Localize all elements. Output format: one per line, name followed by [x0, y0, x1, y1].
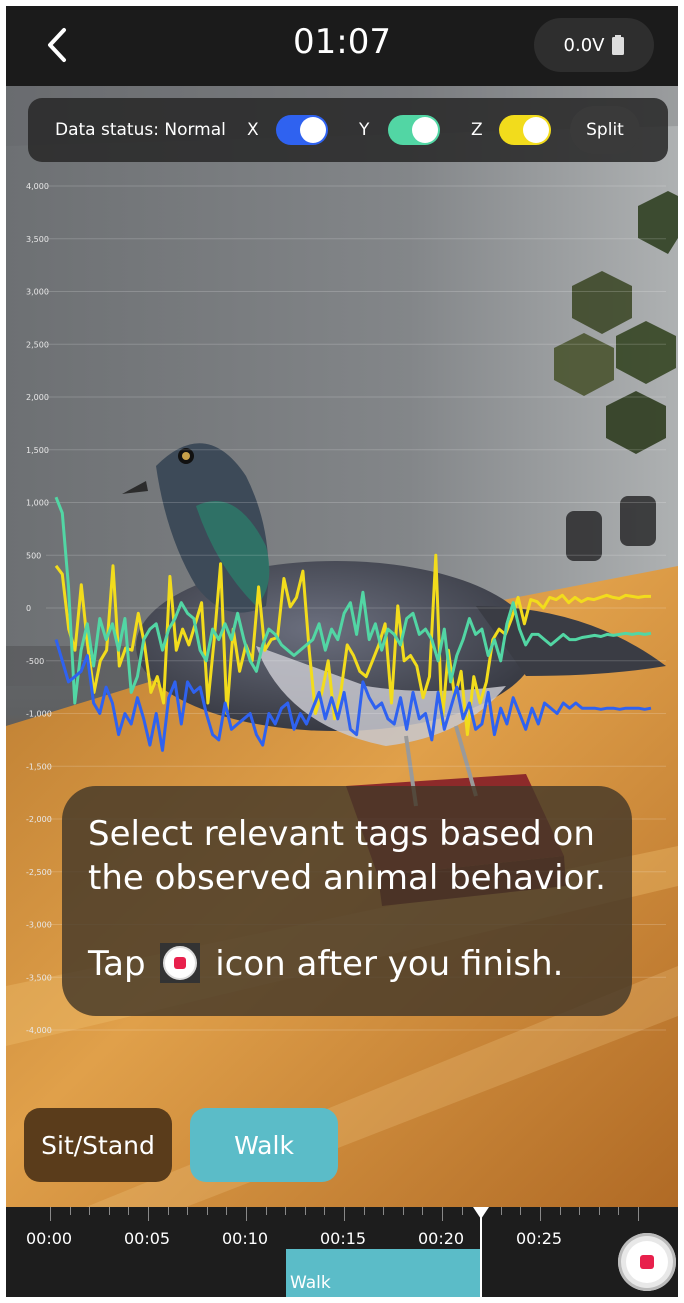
timeline-tick: [520, 1207, 522, 1215]
timeline-tick: [304, 1207, 306, 1215]
chart-y-tick-label: 500: [26, 551, 41, 560]
timeline-tick: [324, 1207, 326, 1215]
timeline-label-3: 00:15: [320, 1229, 367, 1248]
z-axis-toggle[interactable]: [499, 115, 551, 145]
record-icon-inline: [160, 942, 201, 983]
chart-y-tick-label: -500: [26, 657, 44, 666]
data-status-text: Data status: Normal: [55, 120, 226, 140]
phone-frame: 01:07 0.0V 4,000 3,500 3,000 2,500 2,000…: [6, 6, 678, 1297]
timeline-label-4: 00:20: [418, 1229, 465, 1248]
chart-y-tick-label: 1,000: [26, 499, 49, 508]
chart-y-tick-label: -1,500: [26, 762, 52, 771]
z-toggle-knob: [523, 117, 549, 143]
instruction-line-1: Select relevant tags based on: [88, 814, 595, 854]
timeline-tick: [383, 1207, 385, 1215]
behavior-timeline[interactable]: 00:00 00:05 00:10 00:15 00:20 00:25 Walk: [6, 1207, 678, 1297]
timeline-label-5: 00:25: [516, 1229, 563, 1248]
timeline-label-2: 00:10: [222, 1229, 269, 1248]
timeline-tick: [167, 1207, 169, 1215]
timeline-label-0: 00:00: [26, 1229, 73, 1248]
top-bar: 01:07 0.0V: [6, 6, 678, 86]
timeline-tick: [50, 1207, 51, 1221]
timeline-tick: [461, 1207, 463, 1215]
timeline-tick: [89, 1207, 91, 1215]
timeline-tick: [187, 1207, 189, 1215]
chart-y-tick-label: -2,500: [26, 868, 52, 877]
chart-y-tick-label: 2,000: [26, 393, 49, 402]
chart-y-tick-label: 2,500: [26, 340, 49, 349]
playhead-marker-icon: [473, 1207, 489, 1219]
timeline-tick: [579, 1207, 581, 1215]
split-button[interactable]: Split: [570, 106, 640, 154]
chart-y-tick-label: 3,000: [26, 288, 49, 297]
timeline-label-1: 00:05: [124, 1229, 171, 1248]
timeline-tick: [363, 1207, 365, 1215]
instruction-tap-text: Tap: [88, 944, 146, 984]
y-axis-label: Y: [359, 120, 370, 140]
z-axis-label: Z: [471, 120, 483, 140]
chart-y-tick-label: -3,500: [26, 973, 52, 982]
timeline-tick: [285, 1207, 287, 1215]
timeline-tick: [265, 1207, 267, 1215]
battery-status[interactable]: 0.0V: [534, 18, 654, 72]
timeline-tick: [598, 1207, 600, 1215]
timeline-tick: [226, 1207, 228, 1215]
timeline-tick: [540, 1207, 541, 1221]
timeline-walk-segment[interactable]: Walk: [286, 1249, 480, 1297]
chart-y-tick-label: 1,500: [26, 446, 49, 455]
timeline-tick: [618, 1207, 620, 1215]
timeline-tick: [69, 1207, 71, 1215]
stop-record-button[interactable]: [618, 1233, 676, 1291]
battery-icon: [612, 35, 625, 55]
y-toggle-knob: [412, 117, 438, 143]
tag-walk-button[interactable]: Walk: [190, 1108, 338, 1182]
timeline-tick: [402, 1207, 404, 1215]
timeline-playhead[interactable]: [480, 1207, 482, 1297]
timeline-tick: [246, 1207, 247, 1221]
instruction-line-2: the observed animal behavior.: [88, 858, 606, 898]
chart-y-tick-label: 0: [26, 604, 31, 613]
instruction-line-3: Tap icon after you finish.: [88, 942, 564, 986]
chart-series-line-1: [54, 496, 652, 705]
chart-y-tick-label: -3,000: [26, 921, 52, 930]
chart-y-tick-label: 3,500: [26, 235, 49, 244]
tag-sit-stand-button[interactable]: Sit/Stand: [24, 1108, 172, 1182]
x-axis-toggle[interactable]: [276, 115, 328, 145]
y-axis-toggle[interactable]: [388, 115, 440, 145]
chart-series-lines: [54, 496, 652, 752]
x-axis-label: X: [247, 120, 259, 140]
camera-view: 4,000 3,500 3,000 2,500 2,000 1,500 1,000 500 0 -…: [6, 86, 678, 1207]
timeline-tick: [500, 1207, 502, 1215]
battery-voltage: 0.0V: [563, 34, 605, 56]
timeline-tick: [206, 1207, 208, 1215]
timeline-tick: [108, 1207, 110, 1215]
instruction-finish-text: icon after you finish.: [215, 944, 564, 984]
timeline-segment-label: Walk: [290, 1273, 331, 1293]
timeline-tick: [442, 1207, 443, 1221]
timeline-tick: [148, 1207, 149, 1221]
timeline-tick: [128, 1207, 130, 1215]
app-screen: 01:07 0.0V 4,000 3,500 3,000 2,500 2,000…: [0, 0, 684, 1303]
chart-y-tick-label: -4,000: [26, 1026, 52, 1035]
data-status-bar: Data status: Normal X Y Z Split: [28, 98, 668, 162]
timeline-tick: [638, 1207, 639, 1221]
stop-square-icon: [640, 1255, 654, 1269]
timeline-tick: [559, 1207, 561, 1215]
sensor-chart: 4,000 3,500 3,000 2,500 2,000 1,500 1,000 500 0 -…: [26, 182, 666, 1035]
chart-y-tick-label: -2,000: [26, 815, 52, 824]
x-toggle-knob: [300, 117, 326, 143]
instruction-overlay: Select relevant tags based on the observ…: [62, 786, 632, 1016]
timeline-tick: [422, 1207, 424, 1215]
timeline-tick: [344, 1207, 345, 1221]
chart-y-tick-label: -1,000: [26, 710, 52, 719]
chart-y-tick-label: 4,000: [26, 182, 49, 191]
